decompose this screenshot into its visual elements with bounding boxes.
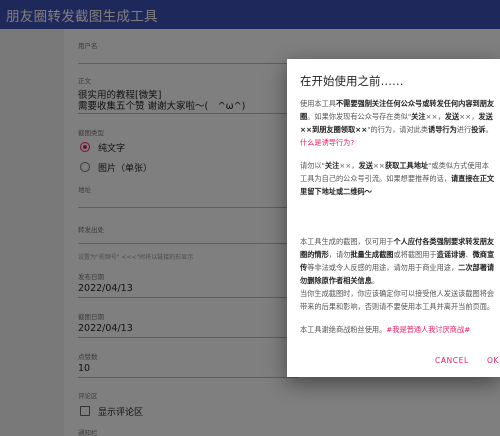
dialog-paragraph-5: 本工具谢绝商战粉丝使用。#我是普通人我讨厌商战# [300, 325, 471, 334]
dialog-paragraph-2: 请勿以"关注××，发送××获取工具地址"或类似方式使用本工具为自己的公众号引流。… [300, 161, 495, 196]
ok-button[interactable]: OK [487, 356, 499, 365]
dialog-paragraph-1: 使用本工具不需要强制关注任何公众号或转发任何内容到朋友圈。如果你发现有公众号存在… [300, 99, 495, 147]
dialog-paragraph-3: 本工具生成的截图，仅可用于个人应付各类强制要求转发朋友圈的情形，请勿批量生成截图… [300, 237, 495, 285]
usage-notice-dialog: 在开始使用之前…… 使用本工具不需要强制关注任何公众号或转发任何内容到朋友圈。如… [287, 59, 500, 377]
dialog-paragraph-4: 当你生成截图时，你应该确定你可以接受他人发送该截图将会带来的后果和影响，否则请不… [300, 289, 495, 311]
dialog-title: 在开始使用之前…… [300, 74, 404, 88]
inducement-help-link[interactable]: 什么是诱导行为? [300, 138, 354, 147]
cancel-button[interactable]: CANCEL [435, 356, 469, 365]
